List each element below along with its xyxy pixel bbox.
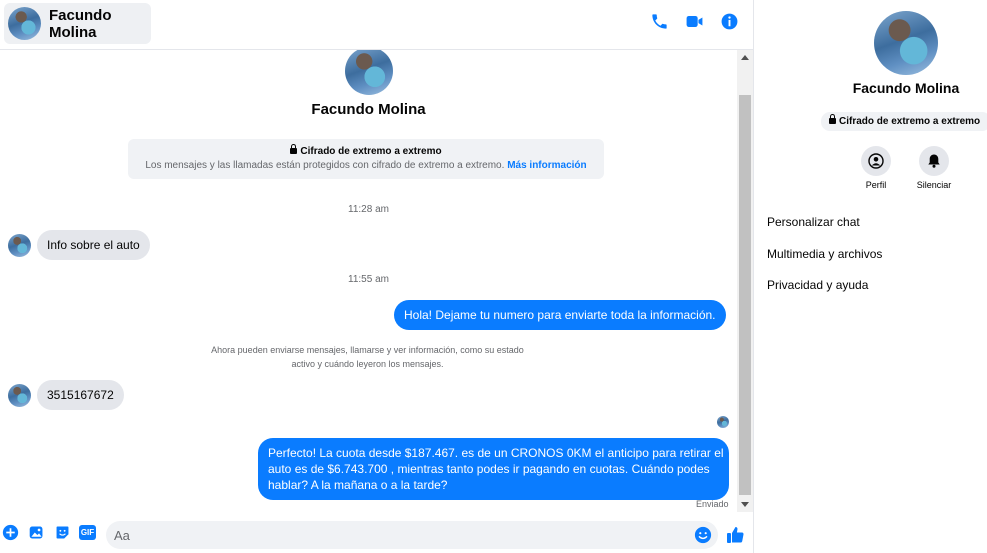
emoji-icon[interactable]	[694, 526, 712, 544]
sent-status: Enviado	[696, 499, 729, 509]
profile-label: Perfil	[865, 180, 887, 190]
conversation-scrollbar[interactable]	[737, 50, 753, 512]
message-input[interactable]	[114, 525, 684, 545]
header-contact-button[interactable]: Facundo Molina	[4, 3, 151, 44]
header-contact-name: Facundo Molina	[49, 6, 112, 41]
profile-icon	[868, 153, 884, 169]
like-icon[interactable]	[725, 525, 745, 545]
video-icon[interactable]	[685, 12, 704, 31]
gif-icon[interactable]: GIF	[79, 525, 96, 540]
timestamp: 11:55 am	[348, 274, 389, 285]
menu-customize-chat[interactable]: Personalizar chat	[767, 215, 860, 229]
mute-button[interactable]: Silenciar	[909, 146, 959, 190]
details-contact-name: Facundo Molina	[852, 80, 960, 96]
chat-header: Facundo Molina	[0, 0, 753, 50]
details-e2e-badge[interactable]: Cifrado de extremo a extremo	[821, 112, 987, 131]
seen-indicator-avatar	[717, 416, 729, 428]
sender-avatar[interactable]	[8, 384, 31, 407]
connection-notice: Ahora pueden enviarse mensajes, llamarse…	[211, 345, 524, 369]
mute-label: Silenciar	[916, 180, 952, 190]
timestamp: 11:28 am	[348, 204, 389, 215]
scroll-down-arrow[interactable]	[741, 502, 749, 507]
scroll-thumb[interactable]	[739, 95, 751, 495]
conversation-area: Facundo Molina Cifrado de extremo a extr…	[0, 50, 737, 512]
plus-icon[interactable]	[2, 524, 19, 541]
e2e-description: Los mensajes y las llamadas están proteg…	[145, 160, 505, 171]
info-icon[interactable]	[720, 12, 739, 31]
conversation-profile-avatar[interactable]	[344, 50, 393, 95]
lock-icon	[290, 144, 298, 154]
e2e-title: Cifrado de extremo a extremo	[300, 146, 442, 157]
bell-icon	[928, 154, 940, 168]
message-composer: GIF	[0, 512, 753, 553]
header-actions	[650, 12, 739, 31]
details-avatar[interactable]	[874, 11, 938, 75]
outgoing-message[interactable]: Perfecto! La cuota desde $187.467. es de…	[258, 438, 729, 500]
menu-privacy-help[interactable]: Privacidad y ayuda	[767, 278, 868, 292]
conversation-profile: Facundo Molina	[0, 50, 737, 118]
profile-button[interactable]: Perfil	[851, 146, 901, 190]
contact-avatar	[8, 7, 41, 40]
outgoing-message[interactable]: Hola! Dejame tu numero para enviarte tod…	[394, 300, 726, 330]
lock-icon	[829, 114, 836, 124]
sticker-icon[interactable]	[54, 524, 71, 541]
messenger-window: Facundo Molina Facundo Molina Cifrado de…	[0, 0, 987, 553]
details-panel: Facundo Molina Cifrado de extremo a extr…	[753, 0, 987, 553]
more-info-link[interactable]: Más información	[507, 160, 586, 171]
message-input-wrapper	[106, 521, 718, 549]
sender-avatar[interactable]	[8, 234, 31, 257]
conversation-profile-name: Facundo Molina	[311, 101, 426, 118]
incoming-message[interactable]: Info sobre el auto	[37, 230, 150, 260]
phone-icon[interactable]	[650, 12, 669, 31]
image-icon[interactable]	[28, 524, 45, 541]
incoming-message[interactable]: 3515167672	[37, 380, 124, 410]
e2e-notice: Cifrado de extremo a extremo Los mensaje…	[128, 139, 604, 179]
menu-media-files[interactable]: Multimedia y archivos	[767, 247, 882, 261]
scroll-up-arrow[interactable]	[741, 55, 749, 60]
